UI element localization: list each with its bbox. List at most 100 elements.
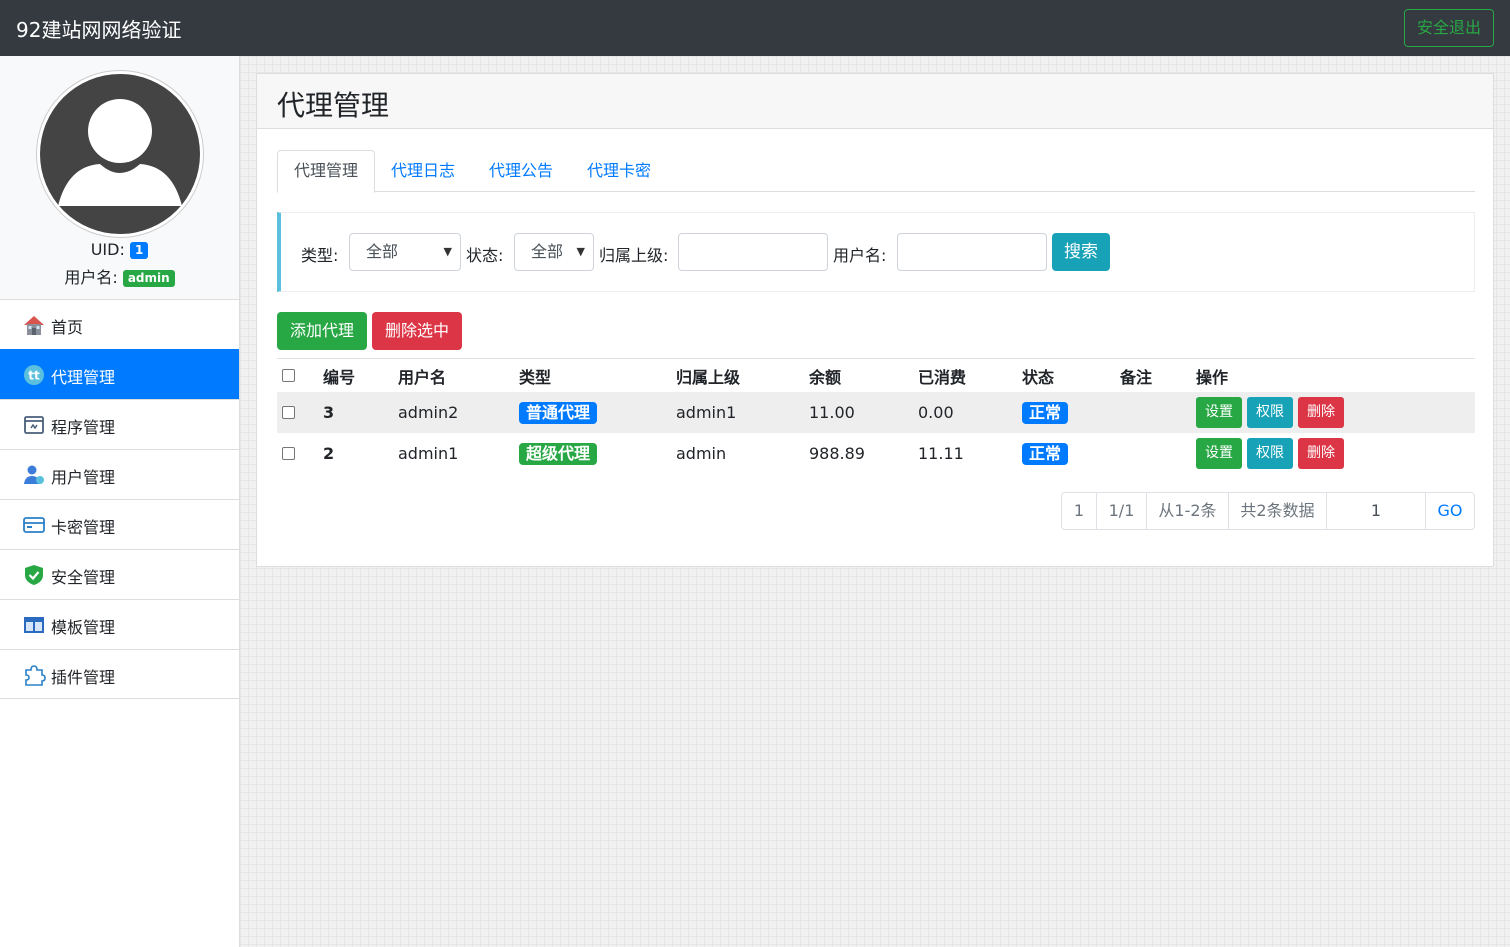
- profile-panel: UID: 1 用户名: admin: [0, 56, 239, 299]
- sidebar-item-plugin[interactable]: 插件管理: [0, 649, 239, 699]
- row-checkbox-cell: [282, 433, 295, 474]
- select-all-checkbox[interactable]: [282, 369, 295, 382]
- uid-line: UID: 1: [0, 240, 239, 259]
- sidebar-item-label: 用户管理: [51, 468, 116, 487]
- top-navbar: 92建站网网络验证 安全退出: [0, 0, 1510, 56]
- sidebar-item-template[interactable]: 模板管理: [0, 599, 239, 649]
- status-select-value: 全部: [531, 242, 564, 261]
- username-badge: admin: [122, 270, 175, 287]
- cell-parent: admin1: [676, 403, 737, 422]
- brand-title: 92建站网网络验证: [16, 18, 182, 42]
- home-icon: [24, 316, 44, 335]
- sidebar-item-security[interactable]: 安全管理: [0, 549, 239, 599]
- tab-agent-notice[interactable]: 代理公告: [473, 150, 569, 192]
- cell-type: 普通代理: [519, 392, 598, 433]
- go-button[interactable]: GO: [1426, 493, 1474, 529]
- uid-label: UID:: [90, 240, 125, 259]
- permissions-button[interactable]: 权限: [1247, 438, 1293, 469]
- template-icon: [24, 617, 44, 633]
- status-select[interactable]: 全部 ▼: [514, 233, 594, 271]
- delete-button[interactable]: 删除: [1298, 397, 1344, 428]
- puzzle-icon: [25, 665, 46, 686]
- tab-agent-card[interactable]: 代理卡密: [571, 150, 667, 192]
- cell-status: 正常: [1022, 392, 1069, 433]
- sidebar-item-program[interactable]: 程序管理: [0, 399, 239, 449]
- delete-button[interactable]: 删除: [1298, 438, 1344, 469]
- type-select[interactable]: 全部 ▼: [349, 233, 461, 271]
- row-checkbox[interactable]: [282, 447, 295, 460]
- cell-type: 超级代理: [519, 433, 598, 474]
- sidebar-item-label: 安全管理: [51, 568, 116, 587]
- username-input[interactable]: [897, 233, 1047, 271]
- search-button[interactable]: 搜索: [1052, 233, 1110, 271]
- cell-username: admin2: [398, 403, 459, 422]
- goto-page-input[interactable]: 1: [1327, 493, 1426, 529]
- sidebar-item-home[interactable]: 首页: [0, 299, 239, 349]
- tab-agent-log[interactable]: 代理日志: [375, 150, 471, 192]
- shield-icon: [25, 565, 43, 585]
- col-header-remark: 备注: [1120, 367, 1153, 387]
- page-range: 从1-2条: [1147, 493, 1229, 529]
- sidebar-item-label: 代理管理: [51, 368, 116, 387]
- select-all-checkbox-cell: [282, 359, 295, 392]
- uid-badge: 1: [129, 242, 149, 259]
- sidebar-item-label: 插件管理: [51, 668, 116, 687]
- page-total: 共2条数据: [1229, 493, 1327, 529]
- cell-parent: admin: [676, 444, 727, 463]
- card-icon: [23, 517, 45, 533]
- settings-button[interactable]: 设置: [1196, 438, 1242, 469]
- add-agent-button[interactable]: 添加代理: [277, 312, 367, 350]
- table-header: 编号 用户名 类型 归属上级 余额 已消费 状态 备注 操作: [277, 358, 1475, 392]
- sidebar: UID: 1 用户名: admin 首页 tt 代理管理 程序管理 用户管理 卡…: [0, 56, 240, 947]
- col-header-parent: 归属上级: [676, 367, 741, 387]
- cell-actions: 设置 权限 删除: [1196, 433, 1349, 474]
- type-select-value: 全部: [366, 242, 399, 261]
- cell-username: admin1: [398, 444, 459, 463]
- delete-selected-button[interactable]: 删除选中: [372, 312, 462, 350]
- tab-bar: 代理管理 代理日志 代理公告 代理卡密: [277, 150, 1475, 193]
- chevron-down-icon: ▼: [443, 245, 452, 258]
- col-header-actions: 操作: [1196, 367, 1229, 387]
- tab-agent-manage[interactable]: 代理管理: [277, 150, 376, 193]
- row-checkbox[interactable]: [282, 406, 295, 419]
- agent-icon: tt: [24, 365, 44, 385]
- username-search-label: 用户名:: [833, 246, 887, 265]
- cell-id: 2: [323, 444, 335, 463]
- col-header-status: 状态: [1022, 367, 1055, 387]
- sidebar-item-label: 程序管理: [51, 418, 116, 437]
- username-label: 用户名:: [64, 268, 118, 287]
- status-badge: 正常: [1022, 442, 1069, 465]
- col-header-balance: 余额: [809, 367, 842, 387]
- card-header: 代理管理: [257, 74, 1493, 129]
- cell-status: 正常: [1022, 433, 1069, 474]
- table-row: 3 admin2 普通代理 admin1 11.00 0.00 正常 设置 权限…: [277, 392, 1475, 433]
- table-row: 2 admin1 超级代理 admin 988.89 11.11 正常 设置 权…: [277, 433, 1475, 474]
- avatar-person-icon: [40, 74, 200, 234]
- parent-label: 归属上级:: [599, 246, 669, 265]
- pagination: 1 1/1 从1-2条 共2条数据 1 GO: [1061, 492, 1475, 530]
- avatar: [36, 70, 204, 238]
- page-current[interactable]: 1: [1062, 493, 1097, 529]
- agent-table: 编号 用户名 类型 归属上级 余额 已消费 状态 备注 操作 3 admin2 …: [277, 358, 1475, 474]
- main-card: 代理管理 代理管理 代理日志 代理公告 代理卡密 类型: 全部 ▼ 状态: 全部…: [256, 73, 1494, 567]
- sidebar-item-card[interactable]: 卡密管理: [0, 499, 239, 549]
- type-badge: 超级代理: [519, 442, 598, 465]
- cell-balance: 11.00: [809, 403, 855, 422]
- program-icon: [24, 416, 44, 434]
- cell-spent: 11.11: [918, 444, 964, 463]
- settings-button[interactable]: 设置: [1196, 397, 1242, 428]
- cell-balance: 988.89: [809, 444, 865, 463]
- sidebar-item-label: 首页: [51, 318, 84, 337]
- sidebar-item-agent[interactable]: tt 代理管理: [0, 349, 239, 399]
- sidebar-item-label: 卡密管理: [51, 518, 116, 537]
- parent-input[interactable]: [678, 233, 828, 271]
- username-line: 用户名: admin: [0, 264, 239, 288]
- user-icon: [24, 465, 44, 484]
- cell-spent: 0.00: [918, 403, 954, 422]
- col-header-username: 用户名: [398, 367, 447, 387]
- search-panel: 类型: 全部 ▼ 状态: 全部 ▼ 归属上级: 用户名: 搜索: [277, 212, 1475, 292]
- permissions-button[interactable]: 权限: [1247, 397, 1293, 428]
- status-label: 状态:: [466, 246, 504, 265]
- sidebar-item-user[interactable]: 用户管理: [0, 449, 239, 499]
- logout-button[interactable]: 安全退出: [1404, 9, 1494, 47]
